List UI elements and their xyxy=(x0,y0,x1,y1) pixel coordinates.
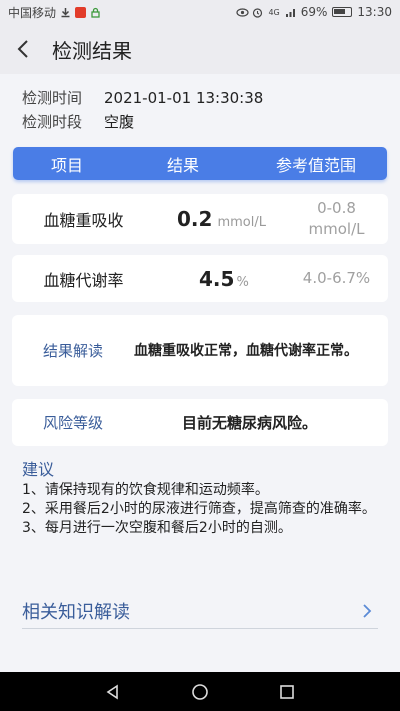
advice-section: 建议 1、请保持现有的饮食规律和运动频率。 2、采用餐后2小时的尿液进行筛查，提… xyxy=(22,459,382,538)
carrier-label: 中国移动 xyxy=(8,5,57,20)
test-time-label: 检测时间 xyxy=(22,89,83,107)
related-knowledge-link[interactable]: 相关知识解读 xyxy=(22,593,378,629)
nav-back-button[interactable] xyxy=(93,672,133,711)
reference-range: 4.0-6.7% xyxy=(285,268,388,289)
advice-title: 建议 xyxy=(22,460,55,479)
test-meta: 检测时间 2021-01-01 13:30:38 检测时段 空腹 xyxy=(22,86,263,134)
circle-home-icon xyxy=(192,683,208,700)
item-name: 血糖代谢率 xyxy=(43,270,124,290)
item-name: 血糖重吸收 xyxy=(43,211,124,230)
test-time-value: 2021-01-01 13:30:38 xyxy=(104,89,264,107)
video-app-icon xyxy=(75,6,87,18)
table-row: 血糖代谢率 4.5 % 4.0-6.7% xyxy=(12,255,388,302)
battery-icon xyxy=(332,7,353,17)
column-header-item: 项目 xyxy=(50,155,83,175)
test-period-value: 空腹 xyxy=(104,113,135,131)
test-period-label: 检测时段 xyxy=(22,113,83,131)
result-value: 0.2 xyxy=(177,207,213,231)
risk-label: 风险等级 xyxy=(42,414,103,432)
item-result: 0.2 mmol/L xyxy=(155,207,285,231)
test-period-row: 检测时段 空腹 xyxy=(22,110,263,134)
app-header: 检测结果 xyxy=(0,24,400,74)
download-icon xyxy=(60,7,71,18)
interpretation-label: 结果解读 xyxy=(42,342,103,360)
result-unit: mmol/L xyxy=(217,215,266,230)
reference-range-line1: 0-0.8 xyxy=(317,199,356,217)
reference-range-line2: mmol/L xyxy=(308,220,365,238)
status-bar: 中国移动 4G 69% 13:30 xyxy=(0,0,400,24)
network-type: 4G xyxy=(268,7,280,17)
signal-icon xyxy=(285,7,296,18)
nav-recents-button[interactable] xyxy=(267,672,307,711)
triangle-back-icon xyxy=(106,684,119,699)
results-table-header: 项目 结果 参考值范围 xyxy=(13,147,387,180)
risk-card: 风险等级 目前无糖尿病风险。 xyxy=(12,399,388,446)
item-result: 4.5 % xyxy=(155,267,285,291)
alarm-icon xyxy=(252,7,263,18)
nav-home-button[interactable] xyxy=(180,672,220,711)
page-title: 检测结果 xyxy=(52,38,132,63)
result-value: 4.5 xyxy=(199,266,235,291)
reference-range: 0-0.8 mmol/L xyxy=(285,198,388,240)
interpretation-card: 结果解读 血糖重吸收正常，血糖代谢率正常。 xyxy=(12,315,388,386)
result-unit: % xyxy=(236,274,249,290)
reference-range-line1: 4.0-6.7% xyxy=(302,269,371,287)
battery-percent: 69% xyxy=(300,5,328,19)
eye-icon xyxy=(236,7,250,18)
advice-item: 1、请保持现有的饮食规律和运动频率。 xyxy=(22,482,269,498)
column-header-range: 参考值范围 xyxy=(275,155,356,175)
advice-item: 2、采用餐后2小时的尿液进行筛查，提高筛查的准确率。 xyxy=(22,501,376,517)
related-knowledge-label: 相关知识解读 xyxy=(22,601,130,623)
clock: 13:30 xyxy=(357,5,392,19)
interpretation-text: 血糖重吸收正常，血糖代谢率正常。 xyxy=(134,342,358,359)
chevron-left-icon xyxy=(17,40,28,58)
back-button[interactable] xyxy=(0,24,46,74)
system-nav-bar xyxy=(0,672,400,711)
lock-icon xyxy=(90,7,101,18)
square-recents-icon xyxy=(279,684,294,699)
advice-item: 3、每月进行一次空腹和餐后2小时的自测。 xyxy=(22,520,292,536)
risk-text: 目前无糖尿病风险。 xyxy=(182,414,318,432)
table-row: 血糖重吸收 0.2 mmol/L 0-0.8 mmol/L xyxy=(12,194,388,244)
column-header-result: 结果 xyxy=(166,155,199,175)
chevron-right-icon xyxy=(363,603,372,618)
test-time-row: 检测时间 2021-01-01 13:30:38 xyxy=(22,86,263,110)
